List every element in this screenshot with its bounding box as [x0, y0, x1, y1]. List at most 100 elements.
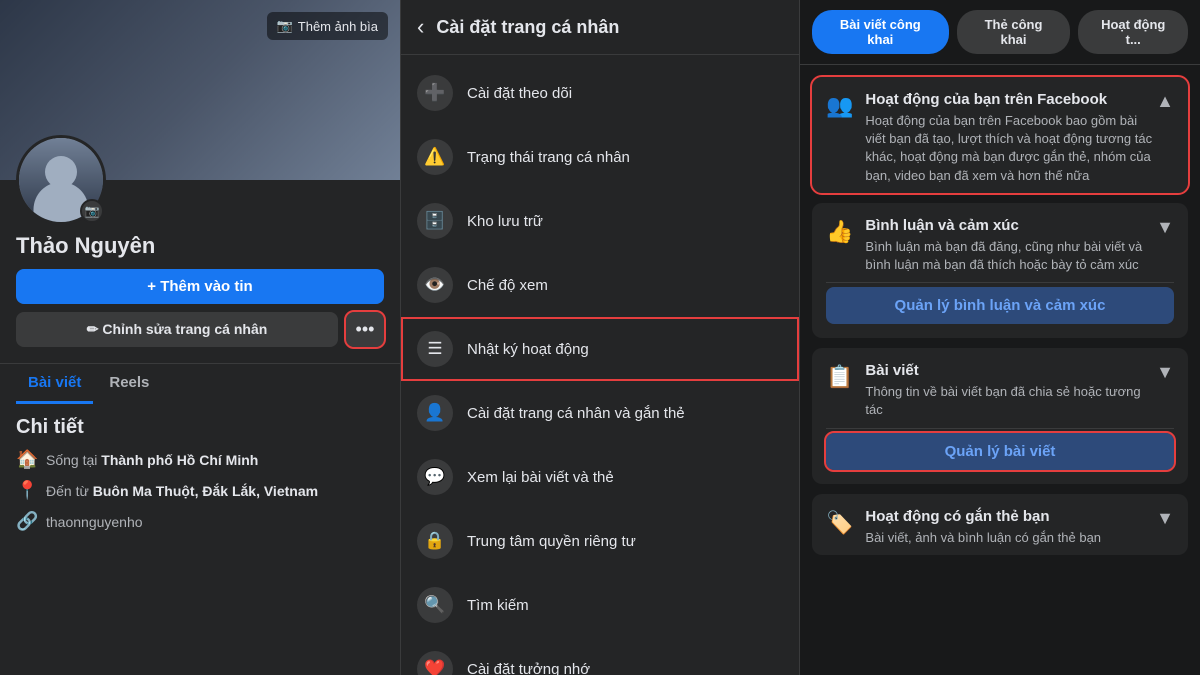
menu-item-cai-dat-theo-doi[interactable]: ➕ Cài đặt theo dõi — [401, 61, 799, 125]
menu-item-nhat-ky[interactable]: ☰ Nhật ký hoạt động — [401, 317, 799, 381]
menu-item-xem-lai[interactable]: 💬 Xem lại bài viết và thẻ — [401, 445, 799, 509]
detail-from: 📍 Đến từ Buôn Ma Thuột, Đắk Lắk, Vietnam — [16, 480, 384, 501]
posts-text-block: Bài viết Thông tin về bài viết bạn đã ch… — [865, 362, 1156, 419]
tagged-desc: Bài viết, ảnh và bình luận có gắn thẻ bạ… — [865, 529, 1156, 547]
menu-item-trung-tam[interactable]: 🔒 Trung tâm quyền riêng tư — [401, 509, 799, 573]
more-icon: ••• — [356, 319, 375, 340]
edit-profile-button[interactable]: ✏ Chỉnh sửa trang cá nhân — [16, 312, 338, 347]
posts-section-card: 📋 Bài viết Thông tin về bài viết bạn đã … — [812, 348, 1188, 483]
right-content-area: 👥 Hoạt động của bạn trên Facebook Hoạt đ… — [800, 65, 1200, 675]
storage-icon: 🗄️ — [417, 203, 453, 239]
posts-title: Bài viết — [865, 362, 1156, 379]
tab-bai-viet[interactable]: Bài viết — [16, 364, 93, 404]
activity-facebook-desc: Hoạt động của bạn trên Facebook bao gồm … — [865, 112, 1156, 185]
manage-comments-button[interactable]: Quản lý bình luận và cảm xúc — [826, 287, 1174, 324]
middle-panel: ‹ Cài đặt trang cá nhân ➕ Cài đặt theo d… — [400, 0, 800, 675]
status-label: Trạng thái trang cá nhân — [467, 149, 630, 166]
privacy-center-icon: 🔒 — [417, 523, 453, 559]
posts-divider — [826, 428, 1174, 429]
comment-chevron[interactable]: ▼ — [1156, 217, 1174, 238]
memorial-label: Cài đặt tưởng nhớ — [467, 661, 590, 675]
tab-reels[interactable]: Reels — [97, 364, 161, 404]
follow-settings-label: Cài đặt theo dõi — [467, 85, 572, 102]
comment-section-card: 👍 Bình luận và cảm xúc Bình luận mà bạn … — [812, 203, 1188, 338]
posts-section-header: 📋 Bài viết Thông tin về bài viết bạn đã … — [812, 348, 1188, 427]
activity-facebook-header-left: 👥 Hoạt động của bạn trên Facebook Hoạt đ… — [826, 91, 1156, 185]
right-panel: Bài viết công khai Thẻ công khai Hoạt độ… — [800, 0, 1200, 675]
avatar-wrapper: 📷 — [16, 135, 106, 225]
activity-log-label: Nhật ký hoạt động — [467, 341, 589, 358]
posts-section-header-left: 📋 Bài viết Thông tin về bài viết bạn đã … — [826, 362, 1156, 419]
view-mode-icon: 👁️ — [417, 267, 453, 303]
posts-chevron[interactable]: ▼ — [1156, 362, 1174, 383]
details-title: Chi tiết — [16, 416, 384, 439]
menu-item-kho-luu-tru[interactable]: 🗄️ Kho lưu trữ — [401, 189, 799, 253]
add-story-label: + Thêm vào tin — [147, 278, 252, 295]
tab-hoat-dong[interactable]: Hoạt động t... — [1078, 10, 1188, 54]
activity-facebook-card: 👥 Hoạt động của bạn trên Facebook Hoạt đ… — [812, 77, 1188, 193]
settings-menu-list: ➕ Cài đặt theo dõi ⚠️ Trạng thái trang c… — [401, 55, 799, 675]
tagging-settings-icon: 👤 — [417, 395, 453, 431]
tab-the-cong-khai[interactable]: Thẻ công khai — [957, 10, 1071, 54]
tag-icon: 🏷️ — [826, 510, 853, 536]
menu-item-tim-kiem[interactable]: 🔍 Tìm kiếm — [401, 573, 799, 637]
camera-cover-icon: 📷 — [277, 18, 293, 34]
review-label: Xem lại bài viết và thẻ — [467, 469, 614, 486]
add-to-story-button[interactable]: + Thêm vào tin — [16, 269, 384, 304]
status-icon: ⚠️ — [417, 139, 453, 175]
tagged-title: Hoạt động có gắn thẻ bạn — [865, 508, 1156, 525]
posts-icon: 📋 — [826, 364, 853, 390]
camera-avatar-icon[interactable]: 📷 — [80, 199, 104, 223]
back-button[interactable]: ‹ — [417, 14, 424, 40]
add-cover-button[interactable]: 📷 Thêm ảnh bìa — [267, 12, 388, 40]
posts-desc: Thông tin về bài viết bạn đã chia sẻ hoặ… — [865, 383, 1156, 419]
tab-bai-viet-cong-khai[interactable]: Bài viết công khai — [812, 10, 949, 54]
detail-username: 🔗 thaonnguyenho — [16, 511, 384, 532]
manage-posts-button[interactable]: Quản lý bài viết — [826, 433, 1174, 470]
middle-title: Cài đặt trang cá nhân — [436, 17, 619, 38]
tagged-activity-card: 🏷️ Hoạt động có gắn thẻ bạn Bài viết, ản… — [812, 494, 1188, 555]
profile-name: Thảo Nguyên — [16, 233, 155, 259]
search-label: Tìm kiếm — [467, 597, 529, 614]
activity-facebook-title: Hoạt động của bạn trên Facebook — [865, 91, 1156, 108]
detail-location: 🏠 Sống tại Thành phố Hồ Chí Minh — [16, 449, 384, 470]
follow-settings-icon: ➕ — [417, 75, 453, 111]
menu-item-che-do-xem[interactable]: 👁️ Chế độ xem — [401, 253, 799, 317]
activity-facebook-text-block: Hoạt động của bạn trên Facebook Hoạt độn… — [865, 91, 1156, 185]
home-icon: 🏠 — [16, 449, 36, 470]
tagged-activity-header-left: 🏷️ Hoạt động có gắn thẻ bạn Bài viết, ản… — [826, 508, 1156, 547]
left-panel: 📷 Thêm ảnh bìa 📷 Thảo Nguyên + Thêm vào … — [0, 0, 400, 675]
menu-item-tuong-nho[interactable]: ❤️ Cài đặt tưởng nhớ — [401, 637, 799, 675]
comment-title: Bình luận và cảm xúc — [865, 217, 1156, 234]
comment-desc: Bình luận mà bạn đã đăng, cũng như bài v… — [865, 238, 1156, 274]
activity-facebook-icon: 👥 — [826, 93, 853, 119]
view-mode-label: Chế độ xem — [467, 277, 548, 294]
more-options-button[interactable]: ••• — [346, 312, 384, 347]
menu-item-cai-dat-gan-the[interactable]: 👤 Cài đặt trang cá nhân và gắn thẻ — [401, 381, 799, 445]
storage-label: Kho lưu trữ — [467, 213, 543, 230]
comment-icon: 👍 — [826, 219, 853, 245]
privacy-center-label: Trung tâm quyền riêng tư — [467, 533, 636, 550]
tagged-text-block: Hoạt động có gắn thẻ bạn Bài viết, ảnh v… — [865, 508, 1156, 547]
comment-section-header: 👍 Bình luận và cảm xúc Bình luận mà bạn … — [812, 203, 1188, 282]
comment-text-block: Bình luận và cảm xúc Bình luận mà bạn đã… — [865, 217, 1156, 274]
menu-item-trang-thai[interactable]: ⚠️ Trạng thái trang cá nhân — [401, 125, 799, 189]
review-icon: 💬 — [417, 459, 453, 495]
middle-header: ‹ Cài đặt trang cá nhân — [401, 0, 799, 55]
memorial-icon: ❤️ — [417, 651, 453, 675]
edit-profile-label: ✏ Chỉnh sửa trang cá nhân — [87, 321, 268, 338]
tagged-chevron[interactable]: ▼ — [1156, 508, 1174, 529]
details-section: Chi tiết 🏠 Sống tại Thành phố Hồ Chí Min… — [0, 404, 400, 554]
right-tabs-bar: Bài viết công khai Thẻ công khai Hoạt độ… — [800, 0, 1200, 65]
tagged-activity-header: 🏷️ Hoạt động có gắn thẻ bạn Bài viết, ản… — [812, 494, 1188, 555]
tagging-settings-label: Cài đặt trang cá nhân và gắn thẻ — [467, 405, 685, 422]
profile-tabs: Bài viết Reels — [0, 363, 400, 404]
activity-facebook-header: 👥 Hoạt động của bạn trên Facebook Hoạt đ… — [812, 77, 1188, 193]
detail-username-text: thaonnguyenho — [46, 514, 143, 530]
add-cover-label: Thêm ảnh bìa — [298, 19, 378, 34]
profile-action-buttons: ✏ Chỉnh sửa trang cá nhân ••• — [16, 312, 384, 347]
pin-icon: 📍 — [16, 480, 36, 501]
search-icon: 🔍 — [417, 587, 453, 623]
comment-divider — [826, 282, 1174, 283]
activity-facebook-chevron[interactable]: ▲ — [1156, 91, 1174, 112]
